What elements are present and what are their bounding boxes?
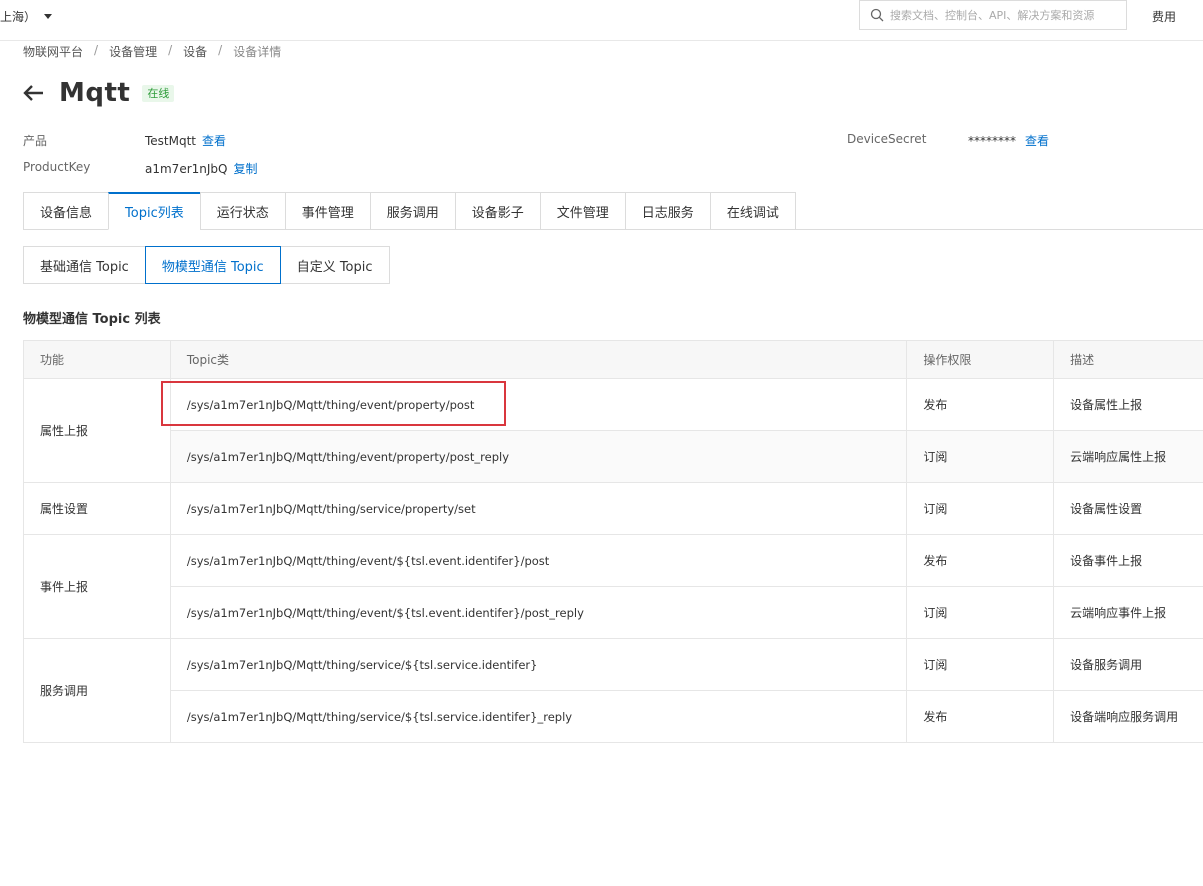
tab-device-info[interactable]: 设备信息: [23, 192, 109, 230]
breadcrumb-item-current: 设备详情: [233, 45, 282, 59]
productkey-copy-link[interactable]: 复制: [233, 162, 257, 176]
tab-running-status[interactable]: 运行状态: [199, 192, 285, 230]
permission-cell: 订阅: [906, 586, 1055, 639]
description-cell: 设备端响应服务调用: [1053, 690, 1203, 743]
caret-down-icon: [44, 13, 53, 19]
tab-online-debug[interactable]: 在线调试: [709, 192, 796, 230]
permission-cell: 订阅: [906, 482, 1055, 535]
product-value: TestMqtt: [145, 134, 197, 148]
tab-topic-list[interactable]: Topic列表: [108, 192, 200, 230]
topic-cell: /sys/a1m7er1nJbQ/Mqtt/thing/event/${tsl.…: [169, 534, 908, 587]
devicesecret-value: ********: [968, 134, 1016, 148]
column-header-function: 功能: [23, 340, 171, 379]
description-cell: 设备属性上报: [1053, 378, 1203, 431]
devicesecret-value-group: ******** 查看: [968, 132, 1049, 149]
topic-subtabs: 基础通信 Topic 物模型通信 Topic 自定义 Topic: [23, 246, 390, 284]
tab-event-mgmt[interactable]: 事件管理: [284, 192, 370, 230]
description-cell: 云端响应事件上报: [1053, 586, 1203, 639]
detail-tabs: 设备信息 Topic列表 运行状态 事件管理 服务调用 设备影子 文件管理 日志…: [23, 192, 1203, 230]
product-view-link[interactable]: 查看: [202, 134, 226, 148]
breadcrumb: 物联网平台 / 设备管理 / 设备 / 设备详情: [23, 43, 281, 60]
table-row: /sys/a1m7er1nJbQ/Mqtt/thing/service/${ts…: [24, 690, 1203, 743]
page-header: Mqtt 在线: [22, 78, 175, 108]
breadcrumb-separator: /: [218, 43, 223, 57]
tab-service-call[interactable]: 服务调用: [369, 192, 455, 230]
product-value-group: TestMqtt 查看: [145, 132, 226, 149]
search-icon: [870, 8, 884, 22]
tab-device-shadow[interactable]: 设备影子: [454, 192, 540, 230]
column-header-topic: Topic类: [169, 340, 908, 379]
section-title: 物模型通信 Topic 列表: [23, 312, 161, 327]
column-header-permission: 操作权限: [906, 340, 1055, 379]
productkey-value-group: a1m7er1nJbQ 复制: [145, 160, 258, 177]
subtab-custom-topic[interactable]: 自定义 Topic: [279, 246, 390, 284]
devicesecret-view-link[interactable]: 查看: [1025, 134, 1049, 148]
function-cell: 服务调用: [23, 638, 171, 743]
breadcrumb-item-device-mgmt[interactable]: 设备管理: [109, 43, 157, 60]
breadcrumb-separator: /: [94, 43, 99, 57]
top-bar: 上海） 费用: [0, 0, 1203, 41]
topic-table: 功能 Topic类 操作权限 描述 属性上报 /sys/a1m7er1nJbQ/…: [23, 340, 1203, 743]
tab-log-service[interactable]: 日志服务: [624, 192, 710, 230]
permission-cell: 发布: [906, 534, 1055, 587]
function-cell: 属性设置: [23, 482, 171, 535]
permission-cell: 订阅: [906, 638, 1055, 691]
breadcrumb-item-device[interactable]: 设备: [183, 43, 207, 60]
topic-cell: /sys/a1m7er1nJbQ/Mqtt/thing/service/${ts…: [169, 690, 908, 743]
description-cell: 云端响应属性上报: [1053, 430, 1203, 483]
description-cell: 设备服务调用: [1053, 638, 1203, 691]
subtab-thing-model-topic[interactable]: 物模型通信 Topic: [144, 246, 281, 284]
table-row: 属性设置 /sys/a1m7er1nJbQ/Mqtt/thing/service…: [23, 482, 1203, 535]
breadcrumb-separator: /: [168, 43, 173, 57]
fee-link[interactable]: 费用: [1152, 8, 1176, 25]
productkey-value: a1m7er1nJbQ: [145, 162, 228, 176]
topic-cell: /sys/a1m7er1nJbQ/Mqtt/thing/service/${ts…: [169, 638, 908, 691]
permission-cell: 订阅: [906, 430, 1055, 483]
column-header-description: 描述: [1053, 340, 1203, 379]
search-input[interactable]: [890, 8, 1126, 22]
table-row: 服务调用 /sys/a1m7er1nJbQ/Mqtt/thing/service…: [23, 638, 1203, 743]
table-row: 属性上报 /sys/a1m7er1nJbQ/Mqtt/thing/event/p…: [23, 378, 1203, 483]
status-badge: 在线: [142, 84, 175, 102]
topic-cell: /sys/a1m7er1nJbQ/Mqtt/thing/service/prop…: [169, 482, 908, 535]
subtab-basic-topic[interactable]: 基础通信 Topic: [23, 246, 146, 284]
topic-cell: /sys/a1m7er1nJbQ/Mqtt/thing/event/proper…: [169, 430, 908, 483]
region-selector[interactable]: 上海）: [0, 8, 53, 24]
table-row: /sys/a1m7er1nJbQ/Mqtt/thing/event/proper…: [23, 430, 1203, 483]
permission-cell: 发布: [906, 378, 1055, 431]
function-cell: 事件上报: [23, 534, 171, 639]
topic-cell: /sys/a1m7er1nJbQ/Mqtt/thing/event/proper…: [169, 378, 908, 431]
region-label: 上海）: [0, 9, 37, 24]
devicesecret-label: DeviceSecret: [847, 132, 927, 146]
breadcrumb-item-iot[interactable]: 物联网平台: [23, 43, 83, 60]
function-cell: 属性上报: [23, 378, 171, 483]
table-row: 事件上报 /sys/a1m7er1nJbQ/Mqtt/thing/event/$…: [23, 534, 1203, 639]
description-cell: 设备事件上报: [1053, 534, 1203, 587]
table-row: /sys/a1m7er1nJbQ/Mqtt/thing/event/${tsl.…: [24, 586, 1203, 639]
tab-file-mgmt[interactable]: 文件管理: [539, 192, 625, 230]
product-label: 产品: [23, 134, 48, 148]
productkey-label: ProductKey: [23, 160, 91, 174]
table-header-row: 功能 Topic类 操作权限 描述: [23, 340, 1203, 379]
permission-cell: 发布: [906, 690, 1055, 743]
topic-cell: /sys/a1m7er1nJbQ/Mqtt/thing/event/${tsl.…: [169, 586, 908, 639]
search-box[interactable]: [859, 0, 1127, 30]
page-title: Mqtt: [59, 78, 131, 108]
back-arrow-icon[interactable]: [22, 82, 46, 104]
description-cell: 设备属性设置: [1053, 482, 1203, 535]
